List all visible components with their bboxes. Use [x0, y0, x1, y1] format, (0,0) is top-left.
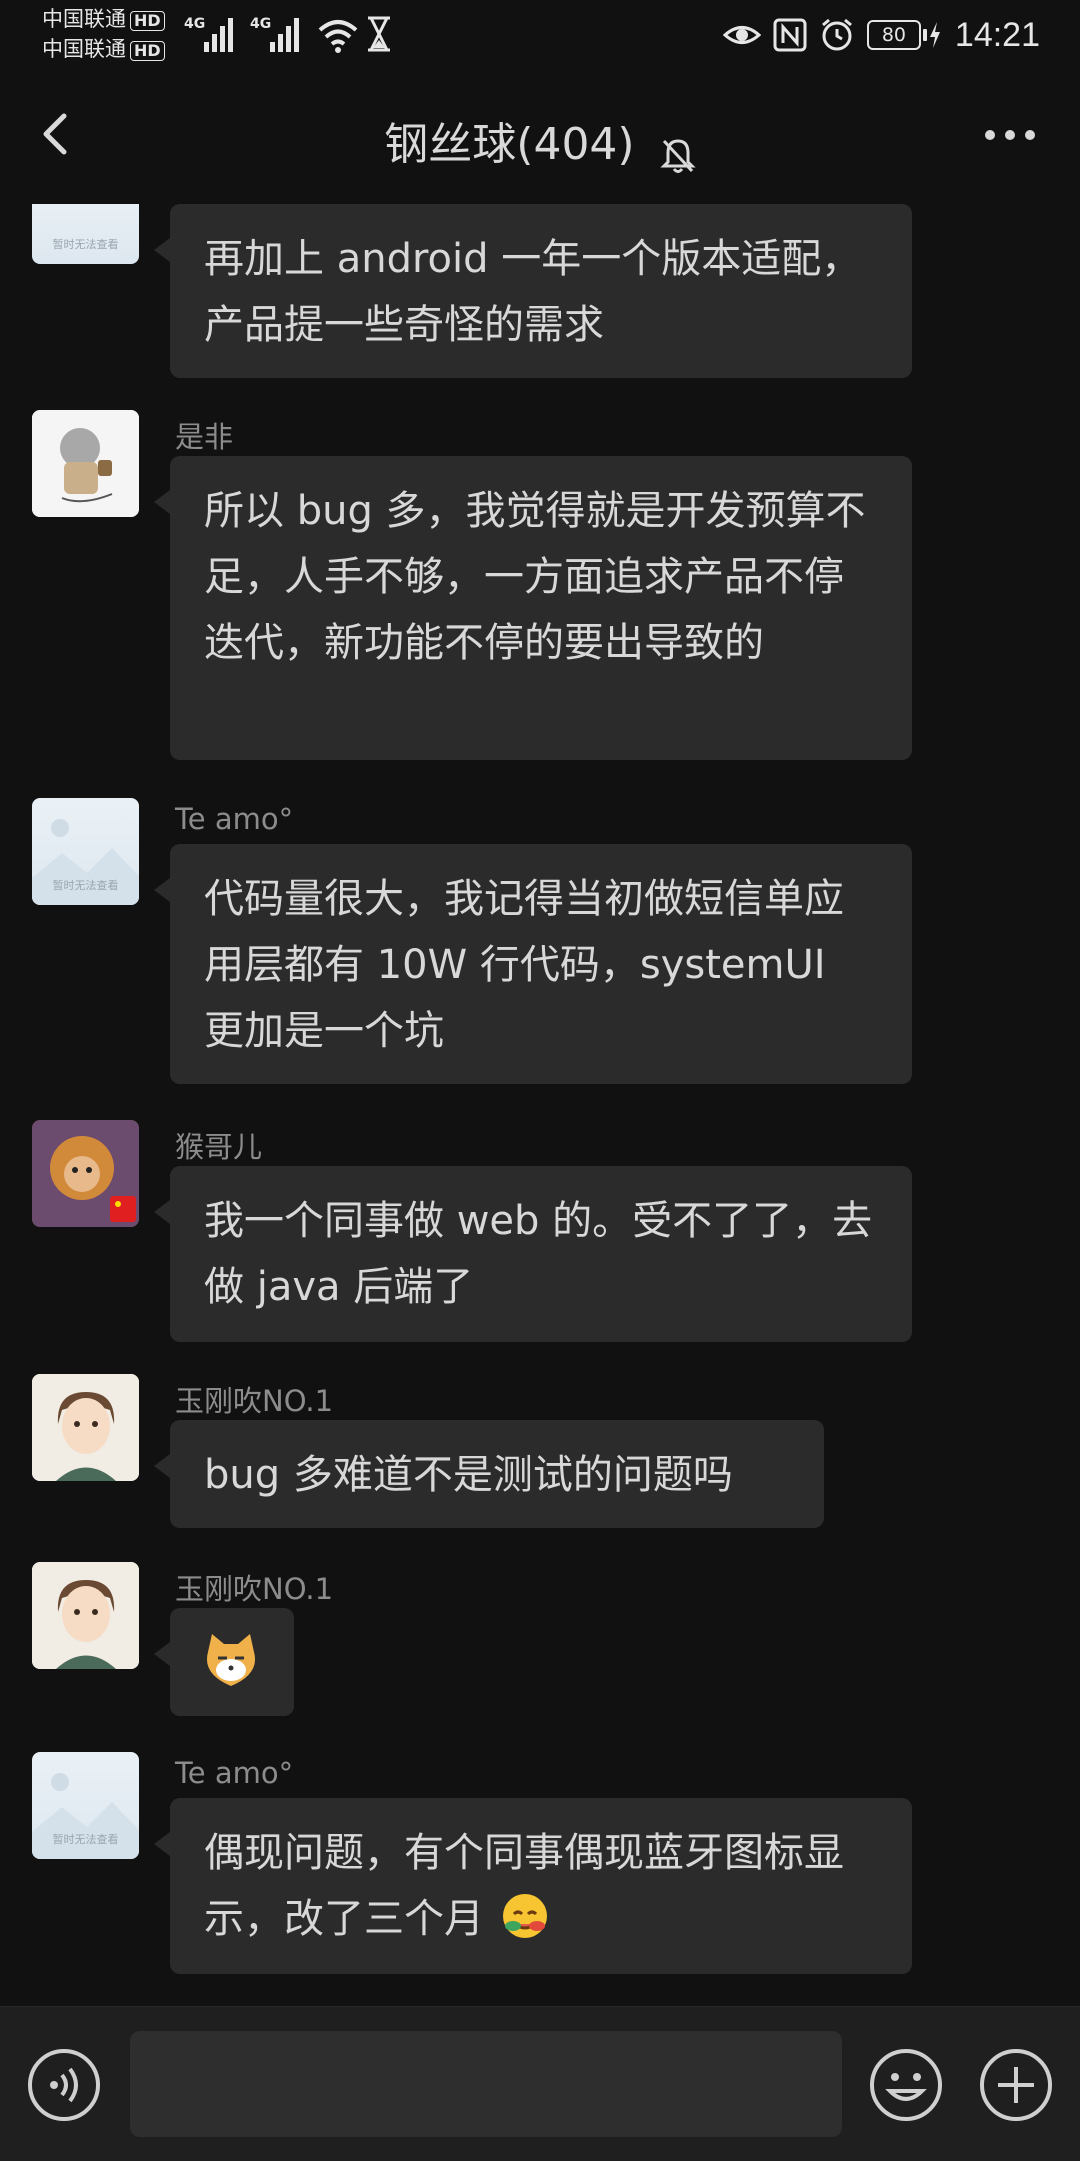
- hd-badge-1: HD: [130, 11, 165, 31]
- sweat-smile-emoji-icon: [502, 1894, 547, 1938]
- chat-header: 钢丝球(404): [0, 70, 1080, 204]
- more-options-icon[interactable]: [980, 120, 1040, 150]
- message-bubble[interactable]: 我一个同事做 web 的。受不了了，去做 java 后端了: [154, 1166, 912, 1342]
- message-text: 我一个同事做 web 的。受不了了，去做 java 后端了: [204, 1198, 873, 1310]
- voice-input-icon[interactable]: [26, 2047, 102, 2123]
- sender-name: 玉刚吹NO.1: [175, 1572, 334, 1606]
- wifi-icon: [316, 12, 360, 60]
- message-text: 所以 bug 多，我觉得就是开发预算不足，人手不够，一方面追求产品不停迭代，新功…: [204, 488, 866, 666]
- status-bar: 中国联通 HD 中国联通 HD 4G 4G 80 14:21: [0, 0, 1080, 70]
- signal-icon-2: 4G: [250, 12, 310, 60]
- avatar[interactable]: [32, 1120, 139, 1227]
- input-bar: [0, 2006, 1080, 2161]
- avatar[interactable]: 暂时无法查看: [32, 798, 139, 905]
- sender-name: 猴哥儿: [175, 1130, 263, 1164]
- cat-face-sticker-icon: [206, 1634, 256, 1686]
- sender-name: Te amo°: [175, 1756, 294, 1790]
- hourglass-icon: [364, 12, 394, 60]
- avatar[interactable]: [32, 410, 139, 517]
- message-input[interactable]: [130, 2031, 842, 2137]
- alarm-icon: [821, 18, 852, 51]
- nfc-icon: [773, 18, 807, 52]
- message-bubble[interactable]: 偶现问题，有个同事偶现蓝牙图标显示，改了三个月: [154, 1798, 912, 1974]
- charging-icon: [929, 22, 940, 48]
- mute-bell-icon: [660, 138, 696, 173]
- carrier-2: 中国联通: [42, 37, 126, 61]
- battery-level: 80: [866, 20, 921, 50]
- message-text: bug 多难道不是测试的问题吗: [204, 1452, 733, 1498]
- chat-title[interactable]: 钢丝球(404): [384, 119, 634, 170]
- message-text: 再加上 android 一年一个版本适配，产品提一些奇怪的需求: [204, 236, 862, 348]
- clock: 14:21: [954, 15, 1040, 54]
- battery-icon: 80: [866, 20, 943, 50]
- avatar[interactable]: 暂时无法查看: [32, 1752, 139, 1859]
- message-bubble[interactable]: 代码量很大，我记得当初做短信单应用层都有 10W 行代码，systemUI 更加…: [154, 844, 912, 1084]
- sender-name: 玉刚吹NO.1: [175, 1384, 334, 1418]
- message-bubble[interactable]: bug 多难道不是测试的问题吗: [154, 1420, 824, 1528]
- message-bubble[interactable]: [154, 1608, 294, 1716]
- carrier-info: 中国联通 HD 中国联通 HD: [42, 4, 165, 64]
- message-text: 代码量很大，我记得当初做短信单应用层都有 10W 行代码，systemUI 更加…: [204, 876, 844, 1054]
- avatar[interactable]: 暂时无法查看: [32, 204, 139, 264]
- message-bubble[interactable]: 所以 bug 多，我觉得就是开发预算不足，人手不够，一方面追求产品不停迭代，新功…: [154, 456, 912, 760]
- eye-comfort-icon: [722, 26, 761, 44]
- signal-icon-1: 4G: [184, 12, 244, 60]
- sender-name: Te amo°: [175, 802, 294, 836]
- message-list[interactable]: 暂时无法查看 再加上 android 一年一个版本适配，产品提一些奇怪的需求 是…: [0, 204, 1080, 2004]
- hd-badge-2: HD: [130, 41, 165, 61]
- plus-icon[interactable]: [978, 2047, 1054, 2123]
- carrier-1: 中国联通: [42, 7, 126, 31]
- avatar[interactable]: [32, 1374, 139, 1481]
- message-bubble[interactable]: 再加上 android 一年一个版本适配，产品提一些奇怪的需求: [154, 204, 912, 378]
- emoji-icon[interactable]: [868, 2047, 944, 2123]
- sender-name: 是非: [175, 420, 234, 454]
- avatar[interactable]: [32, 1562, 139, 1669]
